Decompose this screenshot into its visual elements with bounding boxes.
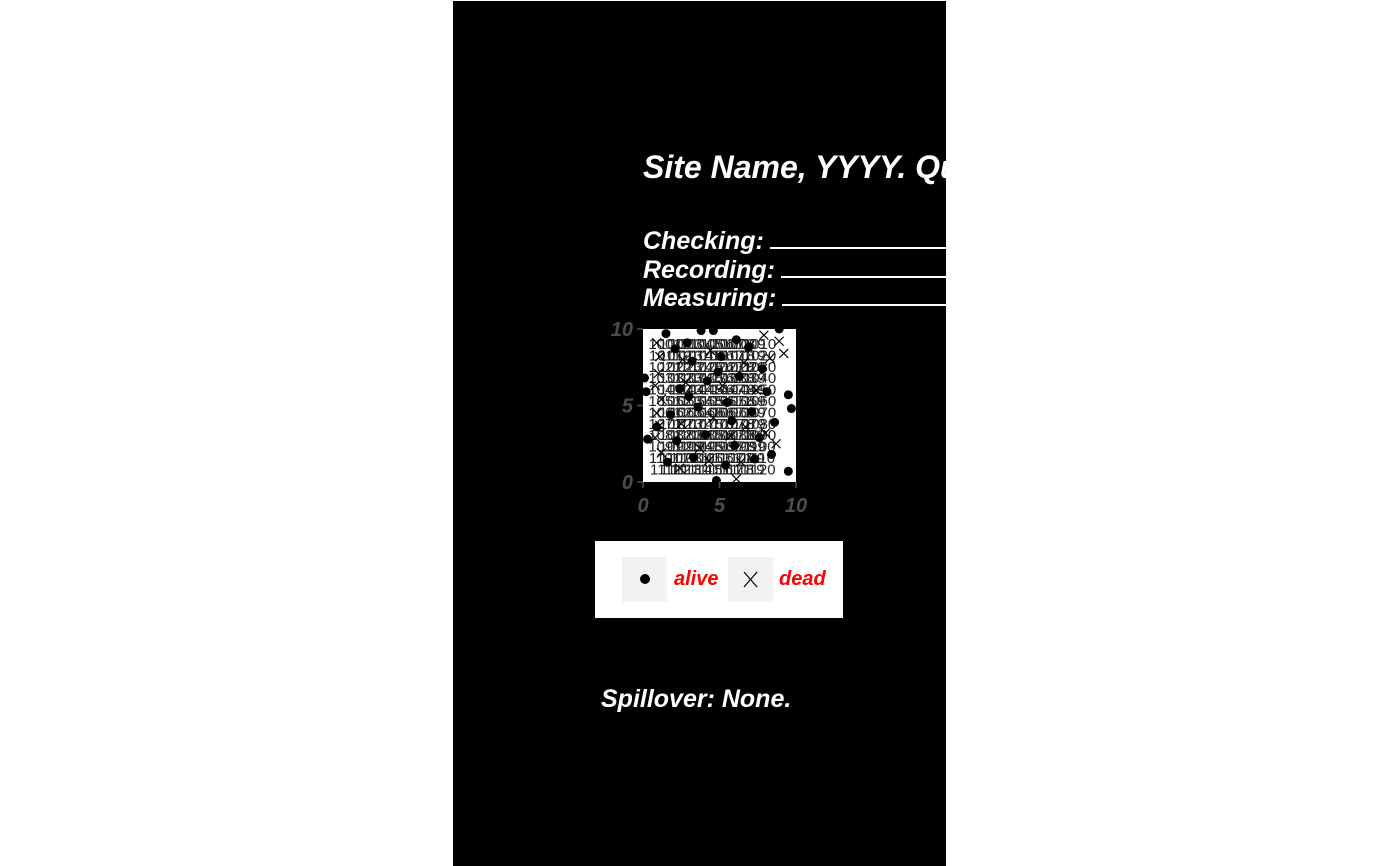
spillover-note: Spillover: None. — [601, 685, 792, 713]
legend: alive dead — [595, 541, 843, 618]
recording-signature-line — [780, 256, 946, 278]
quadrat-sheet: Site Name, YYYY. Quadrat Checking: Recor… — [453, 1, 946, 866]
alive-point — [661, 329, 671, 339]
alive-point — [701, 430, 711, 440]
alive-point — [767, 449, 777, 459]
alive-point — [641, 387, 651, 397]
alive-point — [696, 326, 706, 336]
alive-point — [670, 344, 680, 354]
alive-point — [713, 367, 723, 377]
measuring-signature-line — [782, 284, 946, 306]
alive-point — [783, 466, 793, 476]
alive-point — [672, 436, 682, 446]
alive-point — [774, 324, 784, 334]
y-tick-label: 0 — [622, 472, 633, 494]
checking-row: Checking: — [643, 227, 946, 256]
alive-point — [688, 453, 698, 463]
alive-point — [750, 454, 760, 464]
y-tick-label: 10 — [611, 319, 633, 341]
alive-point — [708, 326, 718, 336]
alive-point — [770, 417, 780, 427]
alive-point — [716, 352, 726, 362]
cross-icon — [743, 571, 758, 588]
legend-label-dead: dead — [779, 568, 826, 590]
checking-signature-line — [769, 227, 946, 249]
measuring-row: Measuring: — [643, 284, 946, 313]
alive-point — [744, 342, 754, 352]
filled-circle-icon — [640, 574, 650, 584]
alive-point — [721, 460, 731, 470]
alive-point — [762, 387, 772, 397]
y-tick-label: 5 — [622, 396, 634, 418]
alive-point — [747, 407, 757, 417]
legend-key-dead — [728, 557, 773, 602]
x-tick-label: 0 — [637, 495, 648, 517]
alive-point — [754, 433, 764, 443]
alive-point — [652, 422, 662, 432]
recording-row: Recording: — [643, 256, 946, 285]
legend-key-alive — [622, 557, 667, 602]
recording-label: Recording: — [643, 256, 775, 284]
checking-label: Checking: — [643, 227, 764, 255]
alive-point — [666, 410, 676, 420]
alive-point — [722, 397, 732, 407]
alive-point — [730, 440, 740, 450]
measuring-label: Measuring: — [643, 284, 777, 312]
alive-point — [783, 390, 793, 400]
legend-label-alive: alive — [674, 568, 719, 590]
x-tick-label: 5 — [714, 495, 726, 517]
alive-point — [786, 404, 796, 414]
alive-point — [682, 338, 692, 348]
alive-point — [643, 434, 653, 444]
sheet-title: Site Name, YYYY. Quadrat — [643, 149, 946, 185]
alive-point — [693, 402, 703, 412]
alive-point — [687, 356, 697, 366]
x-tick-label: 10 — [785, 495, 807, 517]
alive-point — [731, 335, 741, 345]
scatter-plot: 1001100210031004100510061007100810091010… — [611, 319, 807, 517]
alive-point — [662, 457, 672, 467]
alive-point — [684, 391, 694, 401]
alive-point — [727, 416, 737, 426]
alive-point — [640, 373, 650, 383]
point-id-label: 1120 — [743, 461, 775, 478]
alive-point — [734, 371, 744, 381]
alive-point — [702, 376, 712, 386]
alive-point — [757, 364, 767, 374]
